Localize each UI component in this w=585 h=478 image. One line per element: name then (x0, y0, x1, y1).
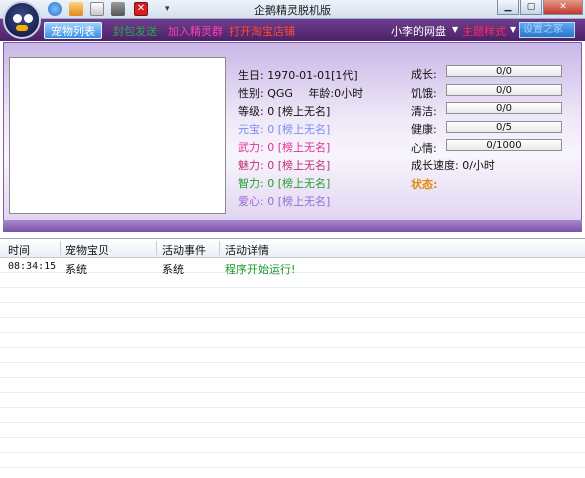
attr-level: 等级: 0 [榜上无名] (238, 103, 330, 119)
attr-label: 智力: (238, 177, 264, 190)
attr-love: 爱心: 0 [榜上无名] (238, 193, 330, 209)
log-header: 时间 宠物宝贝 活动事件 活动详情 (0, 239, 585, 258)
stat-label-health: 健康: (411, 123, 437, 136)
stat-bar-mood: 0/1000 (446, 139, 562, 151)
stat-label-clean: 清洁: (411, 105, 437, 118)
menu-theme[interactable]: 主题样式 (462, 23, 506, 39)
column-header-pet[interactable]: 宠物宝贝 (65, 242, 109, 258)
age-label: 年龄: (308, 87, 335, 100)
gender-label: 性别: (238, 87, 264, 100)
attr-intellect: 智力: 0 [榜上无名] (238, 175, 330, 191)
column-header-time[interactable]: 时间 (8, 242, 30, 258)
attr-label: 武力: (238, 141, 264, 154)
gender-value: QGG (267, 87, 293, 100)
attr-label: 魅力: (238, 159, 264, 172)
growth-speed-row: 成长速度: 0/小时 (411, 157, 495, 173)
menu-open-shop[interactable]: 打开淘宝店铺 (229, 23, 295, 39)
log-time: 08:34:15 (8, 261, 57, 272)
logo-beak (16, 25, 28, 31)
attr-ingot: 元宝: 0 [榜上无名] (238, 121, 330, 137)
logo-eye-right (24, 14, 33, 23)
attr-value: 0 [榜上无名] (267, 159, 331, 172)
activity-log: 时间 宠物宝贝 活动事件 活动详情 08:34:15 系统 系统 程序开始运行! (0, 238, 585, 478)
growth-speed-label: 成长速度: (411, 159, 459, 172)
column-divider[interactable] (60, 241, 61, 255)
tab-pet-list[interactable]: 宠物列表 (44, 22, 102, 39)
chevron-down-icon[interactable]: ▼ (510, 25, 516, 34)
stat-bar-health: 0/5 (446, 121, 562, 133)
attr-value: 0 [榜上无名] (267, 195, 331, 208)
close-button[interactable]: ✕ (543, 0, 583, 15)
gender-row: 性别: QGG 年龄:0小时 (238, 85, 363, 101)
stat-bar-clean: 0/0 (446, 102, 562, 114)
column-header-event[interactable]: 活动事件 (162, 242, 206, 258)
status-label: 状态: (411, 178, 438, 191)
app-logo (3, 1, 41, 39)
attr-value: 0 [榜上无名] (267, 105, 331, 118)
log-detail: 程序开始运行! (225, 263, 296, 276)
attr-value: 0 [榜上无名] (267, 141, 331, 154)
stat-label-mood: 心情: (411, 142, 437, 155)
stat-label-hunger: 饥饿: (411, 87, 437, 100)
attr-label: 元宝: (238, 123, 264, 136)
attr-force: 武力: 0 [榜上无名] (238, 139, 330, 155)
logo-eye-left (13, 14, 22, 23)
menu-join-group[interactable]: 加入精灵群 (168, 23, 223, 39)
window-controls: ▁ ▢ ✕ (496, 0, 583, 16)
stat-bar-growth: 0/0 (446, 65, 562, 77)
birthday-label: 生日: (238, 69, 264, 82)
log-pet: 系统 (65, 263, 87, 276)
birthday-row: 生日: 1970-01-01[1代] (238, 67, 358, 83)
log-body[interactable]: 08:34:15 系统 系统 程序开始运行! (0, 258, 585, 478)
attr-label: 爱心: (238, 195, 264, 208)
column-header-detail[interactable]: 活动详情 (225, 242, 269, 258)
growth-speed-value: 0/小时 (462, 159, 495, 172)
log-event: 系统 (162, 263, 184, 276)
menu-send-packet[interactable]: 封包发送 (113, 23, 157, 39)
stat-bar-hunger: 0/0 (446, 84, 562, 96)
pet-image (9, 57, 226, 214)
attr-label: 等级: (238, 105, 264, 118)
column-divider[interactable] (219, 241, 220, 255)
table-row[interactable]: 08:34:15 系统 系统 程序开始运行! (0, 260, 585, 276)
stat-label-growth: 成长: (411, 68, 437, 81)
birthday-value: 1970-01-01[1代] (267, 69, 358, 82)
title-bar: ✕ ▾ 企鹅精灵脱机版 ▁ ▢ ✕ (0, 0, 585, 19)
minimize-button[interactable]: ▁ (497, 0, 519, 15)
age-value: 0小时 (334, 87, 364, 100)
attr-value: 0 [榜上无名] (267, 123, 331, 136)
menu-netdisk[interactable]: 小李的网盘 (391, 23, 446, 39)
attr-value: 0 [榜上无名] (267, 177, 331, 190)
chevron-down-icon[interactable]: ▼ (452, 25, 458, 34)
column-divider[interactable] (156, 241, 157, 255)
maximize-button[interactable]: ▢ (520, 0, 542, 15)
panel-footer-band (3, 220, 582, 232)
settings-select[interactable]: 设置之家 (519, 22, 575, 38)
menu-bar: 宠物列表 封包发送 加入精灵群 打开淘宝店铺 小李的网盘 ▼ 主题样式 ▼ 设置… (0, 19, 585, 41)
attr-charm: 魅力: 0 [榜上无名] (238, 157, 330, 173)
